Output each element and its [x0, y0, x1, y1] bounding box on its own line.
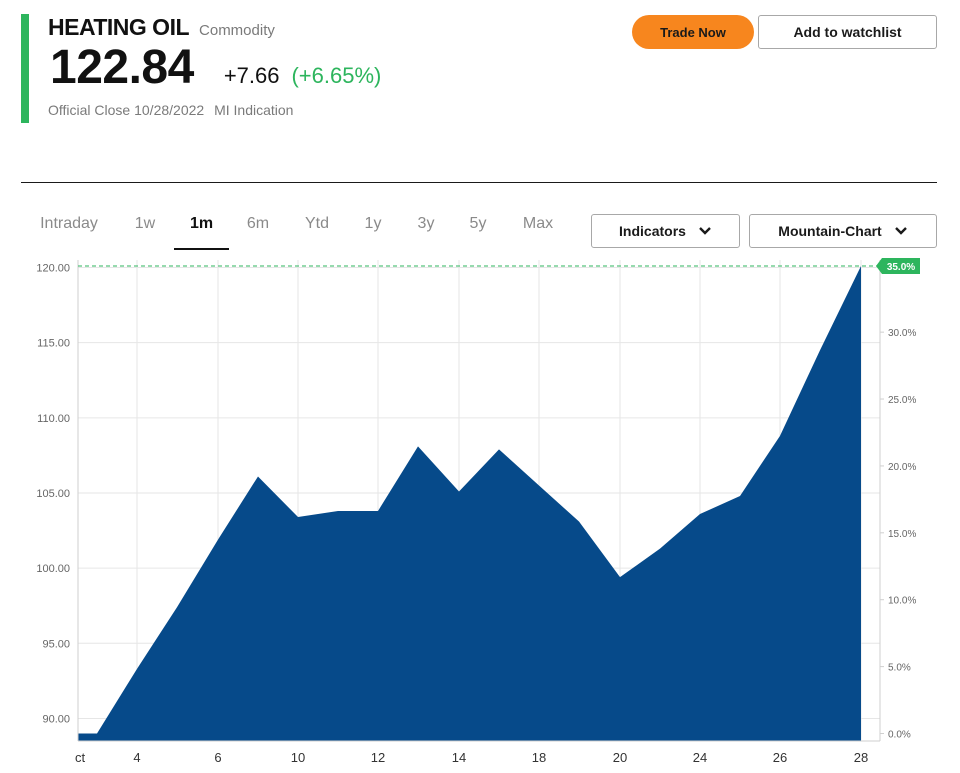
- x-tick-label: 28: [854, 750, 868, 765]
- last-pct-label: 35.0%: [887, 262, 915, 273]
- y-tick-label: 105.00: [36, 488, 70, 500]
- trade-now-button[interactable]: Trade Now: [632, 15, 754, 49]
- y-tick-label: 110.00: [37, 413, 70, 425]
- instrument-header: HEATING OIL Commodity: [48, 14, 275, 41]
- price-chart[interactable]: 120.00 115.00 110.00 105.00 100.00 95.00 90.00…: [0, 255, 960, 773]
- tab-max[interactable]: Max: [515, 208, 561, 248]
- instrument-title: HEATING OIL: [48, 14, 190, 40]
- add-to-watchlist-button[interactable]: Add to watchlist: [758, 15, 937, 49]
- y2-tick-label: 10.0%: [888, 596, 916, 607]
- x-tick-label: 14: [452, 750, 466, 765]
- tab-label: Intraday: [40, 215, 98, 232]
- official-close-label: Official Close 10/28/2022: [48, 102, 205, 118]
- y2-tick-label: 15.0%: [888, 529, 916, 540]
- x-tick-label: 6: [214, 750, 221, 765]
- y-tick-label: 115.00: [37, 338, 70, 350]
- price-change: +7.66: [223, 63, 280, 88]
- x-tick-label: 20: [613, 750, 627, 765]
- tab-ytd[interactable]: Ytd: [297, 208, 337, 248]
- instrument-category: Commodity: [199, 22, 275, 39]
- x-tick-label: 24: [693, 750, 707, 765]
- section-divider: [21, 182, 937, 183]
- tab-label: 1y: [364, 215, 382, 232]
- y-tick-label: 90.00: [42, 713, 70, 725]
- tab-label: 5y: [469, 215, 487, 232]
- y2-tick-label: 25.0%: [888, 395, 916, 406]
- tab-6m[interactable]: 6m: [238, 208, 278, 248]
- chevron-down-icon: [894, 227, 907, 235]
- price-row: 122.84 +7.66 (+6.65%): [50, 40, 381, 95]
- tab-1m[interactable]: 1m: [174, 208, 229, 250]
- tab-label: 3y: [417, 215, 435, 232]
- x-tick-label: 10: [291, 750, 305, 765]
- tab-intraday[interactable]: Intraday: [21, 208, 117, 248]
- chart-type-dropdown[interactable]: Mountain-Chart: [749, 214, 937, 248]
- x-tick-label: 26: [773, 750, 787, 765]
- price-change-percent: (+6.65%): [291, 63, 382, 88]
- tab-1w[interactable]: 1w: [125, 208, 165, 248]
- tab-5y[interactable]: 5y: [458, 208, 498, 248]
- chart-type-label: Mountain-Chart: [778, 223, 882, 239]
- accent-bar: [21, 14, 29, 123]
- close-status: Official Close 10/28/2022 MI Indication: [48, 102, 293, 118]
- last-price: 122.84: [50, 41, 194, 94]
- tab-3y[interactable]: 3y: [406, 208, 446, 248]
- x-tick-label: 4: [133, 750, 140, 765]
- x-tick-label: 12: [371, 750, 385, 765]
- indicators-dropdown[interactable]: Indicators: [591, 214, 740, 248]
- tab-label: 1w: [134, 215, 156, 232]
- chevron-down-icon: [699, 227, 711, 235]
- y-tick-label: 120.00: [36, 263, 70, 275]
- tab-label: 6m: [246, 215, 270, 232]
- source-label: MI Indication: [214, 102, 294, 118]
- y2-tick-label: 0.0%: [888, 729, 911, 740]
- indicators-label: Indicators: [619, 223, 686, 239]
- y-tick-label: 95.00: [42, 638, 70, 650]
- y2-tick-label: 5.0%: [888, 663, 911, 674]
- tab-1y[interactable]: 1y: [353, 208, 393, 248]
- price-area: [78, 266, 861, 741]
- y2-tick-label: 30.0%: [888, 328, 916, 339]
- x-tick-label: 18: [532, 750, 546, 765]
- y2-tick-label: 20.0%: [888, 462, 916, 473]
- tab-label: 1m: [189, 215, 214, 232]
- x-tick-label: ct: [75, 750, 86, 765]
- tab-label: Ytd: [304, 215, 329, 232]
- y-tick-label: 100.00: [36, 563, 70, 575]
- tab-label: Max: [522, 215, 554, 232]
